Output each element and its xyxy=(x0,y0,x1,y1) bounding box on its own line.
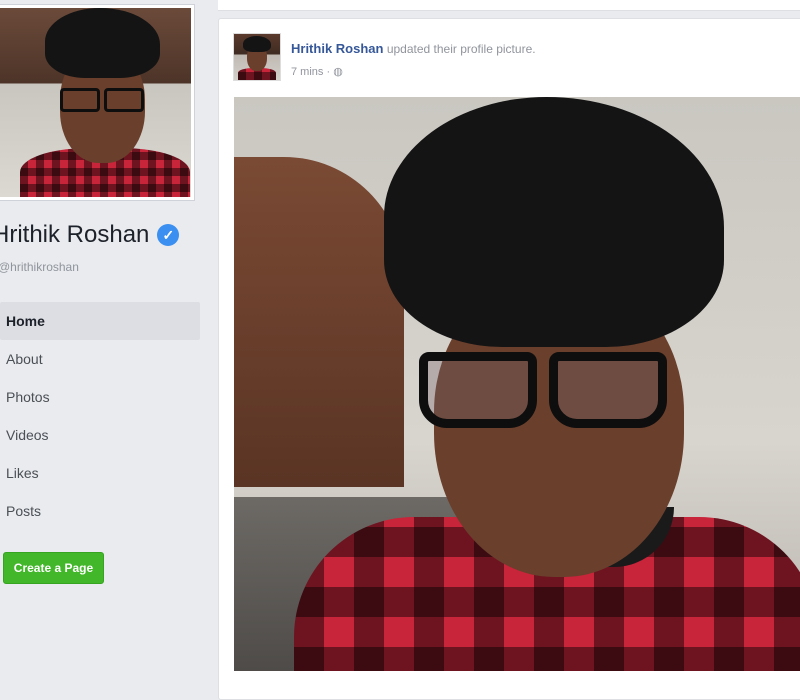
globe-icon: ◍ xyxy=(333,66,343,78)
nav-item-photos[interactable]: Photos xyxy=(0,378,200,416)
photo-hair xyxy=(384,97,724,347)
page-nav: Home About Photos Videos Likes Posts xyxy=(0,302,200,530)
post-photo[interactable] xyxy=(234,97,800,671)
photo-glasses-left xyxy=(419,352,537,428)
post-meta: 7 mins · ◍ xyxy=(291,65,343,78)
profile-photo-image xyxy=(0,8,191,197)
profile-photo[interactable] xyxy=(0,4,195,201)
nav-item-posts[interactable]: Posts xyxy=(0,492,200,530)
nav-item-videos[interactable]: Videos xyxy=(0,416,200,454)
photo-glasses-right xyxy=(549,352,667,428)
page-name-text[interactable]: Hrithik Roshan xyxy=(0,221,149,249)
post-author-avatar[interactable] xyxy=(233,33,281,81)
page-username: @hrithikroshan xyxy=(0,260,79,274)
left-sidebar: Hrithik Roshan ✓ @hrithikroshan Home Abo… xyxy=(0,0,210,691)
nav-item-home[interactable]: Home xyxy=(0,302,200,340)
post-card: Hrithik Roshan updated their profile pic… xyxy=(218,18,800,700)
post-author-link[interactable]: Hrithik Roshan xyxy=(291,41,383,56)
post-header: Hrithik Roshan updated their profile pic… xyxy=(291,41,536,56)
top-strip xyxy=(218,0,800,11)
post-action-text: updated their profile picture. xyxy=(386,42,536,56)
nav-item-about[interactable]: About xyxy=(0,340,200,378)
photo-background-door xyxy=(234,157,404,487)
page-title[interactable]: Hrithik Roshan ✓ xyxy=(0,221,180,249)
verified-badge-icon: ✓ xyxy=(157,224,180,246)
post-timestamp[interactable]: 7 mins xyxy=(291,66,323,78)
create-page-button[interactable]: Create a Page xyxy=(3,552,104,584)
meta-separator: · xyxy=(326,66,331,78)
nav-item-likes[interactable]: Likes xyxy=(0,454,200,492)
